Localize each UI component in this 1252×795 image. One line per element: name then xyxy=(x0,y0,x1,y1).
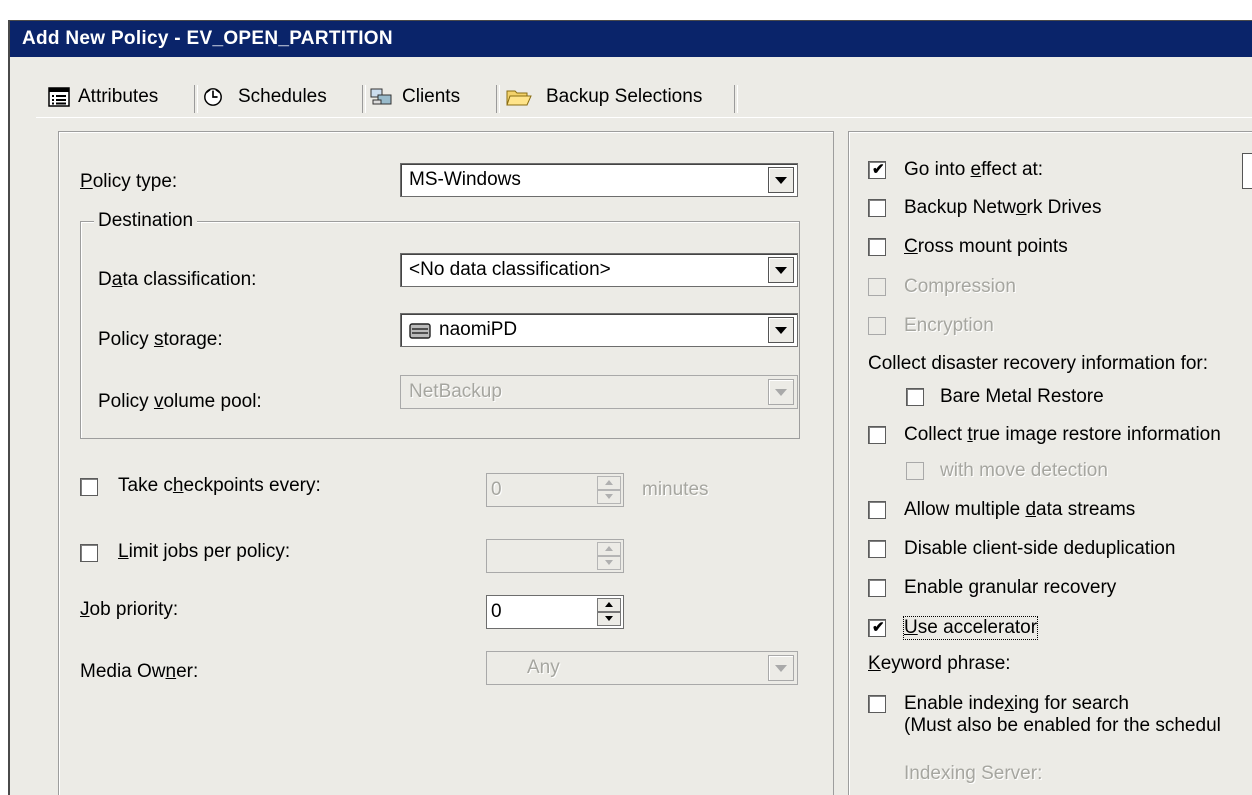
limit-jobs-spinner[interactable] xyxy=(486,539,624,573)
policy-storage-value: naomiPD xyxy=(439,319,518,340)
multiple-data-streams-checkbox[interactable] xyxy=(868,501,886,519)
tab-separator xyxy=(194,85,198,113)
spin-down-button[interactable] xyxy=(597,490,621,504)
data-classification-dropdown-button[interactable] xyxy=(768,257,794,283)
tab-attributes-label: Attributes xyxy=(78,86,159,107)
keyword-phrase-label: Keyword phrase: xyxy=(868,653,1011,674)
spin-up-button[interactable] xyxy=(597,598,621,612)
enable-indexing-note: (Must also be enabled for the schedul xyxy=(904,715,1221,736)
chevron-down-icon xyxy=(775,177,787,184)
data-classification-value: <No data classification> xyxy=(409,259,611,280)
enable-indexing-checkbox[interactable] xyxy=(868,695,886,713)
checkpoint-interval-value: 0 xyxy=(491,479,502,500)
take-checkpoints-label: Take checkpoints every: xyxy=(118,475,321,496)
policy-volume-pool-value: NetBackup xyxy=(409,381,502,402)
encryption-checkbox[interactable] xyxy=(868,317,886,335)
policy-volume-pool-dropdown-button[interactable] xyxy=(768,379,794,405)
chevron-down-icon xyxy=(775,665,787,672)
take-checkpoints-checkbox[interactable] xyxy=(80,478,98,496)
go-into-effect-label: Go into effect at: xyxy=(904,159,1044,180)
arrow-up-icon xyxy=(605,480,613,485)
add-policy-dialog: Add New Policy - EV_OPEN_PARTITION Attri… xyxy=(8,20,1252,795)
checkpoint-interval-spinner[interactable]: 0 xyxy=(486,473,624,507)
collect-true-image-label: Collect true image restore information xyxy=(904,424,1221,445)
compression-label: Compression xyxy=(904,276,1016,297)
destination-group-title: Destination xyxy=(94,210,198,232)
granular-recovery-label: Enable granular recovery xyxy=(904,577,1117,598)
collect-dr-label: Collect disaster recovery information fo… xyxy=(868,353,1209,374)
use-accelerator-label: Use accelerator xyxy=(902,616,1039,640)
policy-type-value: MS-Windows xyxy=(409,169,521,190)
arrow-down-icon xyxy=(605,560,613,565)
job-priority-spinner[interactable]: 0 xyxy=(486,595,624,629)
backup-network-drives-checkbox[interactable] xyxy=(868,199,886,217)
granular-recovery-checkbox[interactable] xyxy=(868,579,886,597)
folder-icon xyxy=(506,90,532,106)
move-detection-label: with move detection xyxy=(940,460,1108,481)
media-owner-label: Media Owner: xyxy=(80,661,199,682)
checkpoint-unit-label: minutes xyxy=(642,479,709,500)
indexing-server-label: Indexing Server: xyxy=(904,763,1043,784)
go-into-effect-checkbox[interactable]: ✔ xyxy=(868,161,886,179)
spin-down-button[interactable] xyxy=(597,556,621,570)
collect-true-image-checkbox[interactable] xyxy=(868,426,886,444)
policy-storage-dropdown[interactable]: naomiPD xyxy=(400,313,798,347)
tab-separator xyxy=(496,85,500,113)
policy-storage-label: Policy storage: xyxy=(98,329,223,350)
clients-computer-icon xyxy=(370,88,392,105)
storage-disk-icon xyxy=(409,323,431,339)
arrow-up-icon xyxy=(605,546,613,551)
list-icon xyxy=(48,87,70,107)
policy-type-dropdown[interactable]: MS-Windows xyxy=(400,163,798,197)
data-classification-label: Data classification: xyxy=(98,269,257,290)
tab-backup-selections-label: Backup Selections xyxy=(546,86,703,107)
policy-volume-pool-label: Policy volume pool: xyxy=(98,391,262,412)
disable-client-dedup-checkbox[interactable] xyxy=(868,540,886,558)
spin-up-button[interactable] xyxy=(597,542,621,556)
bare-metal-restore-label: Bare Metal Restore xyxy=(940,386,1104,407)
effective-date-field[interactable] xyxy=(1242,153,1252,189)
cross-mount-points-checkbox[interactable] xyxy=(868,238,886,256)
multiple-data-streams-label: Allow multiple data streams xyxy=(904,499,1136,520)
use-accelerator-checkbox[interactable]: ✔ xyxy=(868,619,886,637)
disable-client-dedup-label: Disable client-side deduplication xyxy=(904,538,1176,559)
job-priority-label: Job priority: xyxy=(80,599,179,620)
schedule-clock-icon xyxy=(204,88,222,106)
chevron-down-icon xyxy=(775,389,787,396)
tab-separator xyxy=(362,85,366,113)
limit-jobs-label: Limit jobs per policy: xyxy=(118,541,291,562)
tab-separator xyxy=(734,85,738,113)
limit-jobs-checkbox[interactable] xyxy=(80,544,98,562)
media-owner-dropdown-button[interactable] xyxy=(768,655,794,681)
arrow-up-icon xyxy=(605,602,613,607)
move-detection-checkbox[interactable] xyxy=(906,462,924,480)
window-title: Add New Policy - EV_OPEN_PARTITION xyxy=(10,21,1252,57)
encryption-label: Encryption xyxy=(904,315,994,336)
policy-type-label: Policy type: xyxy=(80,171,178,192)
chevron-down-icon xyxy=(775,327,787,334)
cross-mount-points-label: Cross mount points xyxy=(904,236,1068,257)
policy-volume-pool-dropdown[interactable]: NetBackup xyxy=(400,375,798,409)
bare-metal-restore-checkbox[interactable] xyxy=(906,388,924,406)
job-priority-value: 0 xyxy=(491,601,502,622)
data-classification-dropdown[interactable]: <No data classification> xyxy=(400,253,798,287)
enable-indexing-label: Enable indexing for search xyxy=(904,693,1129,714)
tab-schedules-label: Schedules xyxy=(238,86,327,107)
arrow-down-icon xyxy=(605,616,613,621)
tab-clients-label: Clients xyxy=(402,86,461,107)
arrow-down-icon xyxy=(605,494,613,499)
policy-type-dropdown-button[interactable] xyxy=(768,167,794,193)
media-owner-value: Any xyxy=(527,657,560,678)
tab-baseline xyxy=(36,117,1252,118)
policy-storage-dropdown-button[interactable] xyxy=(768,317,794,343)
spin-up-button[interactable] xyxy=(597,476,621,490)
media-owner-dropdown[interactable]: Any xyxy=(486,651,798,685)
compression-checkbox[interactable] xyxy=(868,278,886,296)
spin-down-button[interactable] xyxy=(597,612,621,626)
chevron-down-icon xyxy=(775,267,787,274)
backup-network-drives-label: Backup Network Drives xyxy=(904,197,1102,218)
